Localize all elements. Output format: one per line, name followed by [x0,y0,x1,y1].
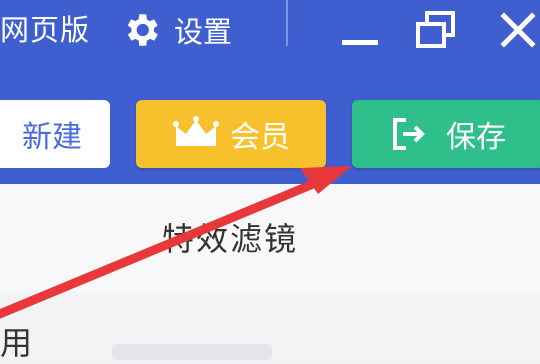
minimize-icon[interactable] [338,8,382,52]
filter-title[interactable]: 特效滤镜 [162,214,298,260]
new-button[interactable]: 新建 [0,100,110,168]
exit-icon [393,118,425,150]
crown-icon [173,116,219,146]
lower-text: 用 [0,324,33,362]
save-button[interactable]: 保存 [352,100,540,168]
title-bar: 网页版 设置 [0,0,540,92]
placeholder-bar [112,344,272,360]
gear-icon [127,14,158,46]
settings-button[interactable]: 设置 [120,8,232,52]
new-label: 新建 [22,120,82,155]
save-label: 保存 [446,120,506,155]
vip-button[interactable]: 会员 [136,100,326,168]
restore-icon[interactable] [414,8,458,52]
titlebar-divider [286,0,288,46]
close-icon[interactable] [496,8,540,52]
settings-label: 设置 [174,15,233,49]
app-name: 网页版 [0,13,91,47]
vip-label: 会员 [230,120,290,155]
